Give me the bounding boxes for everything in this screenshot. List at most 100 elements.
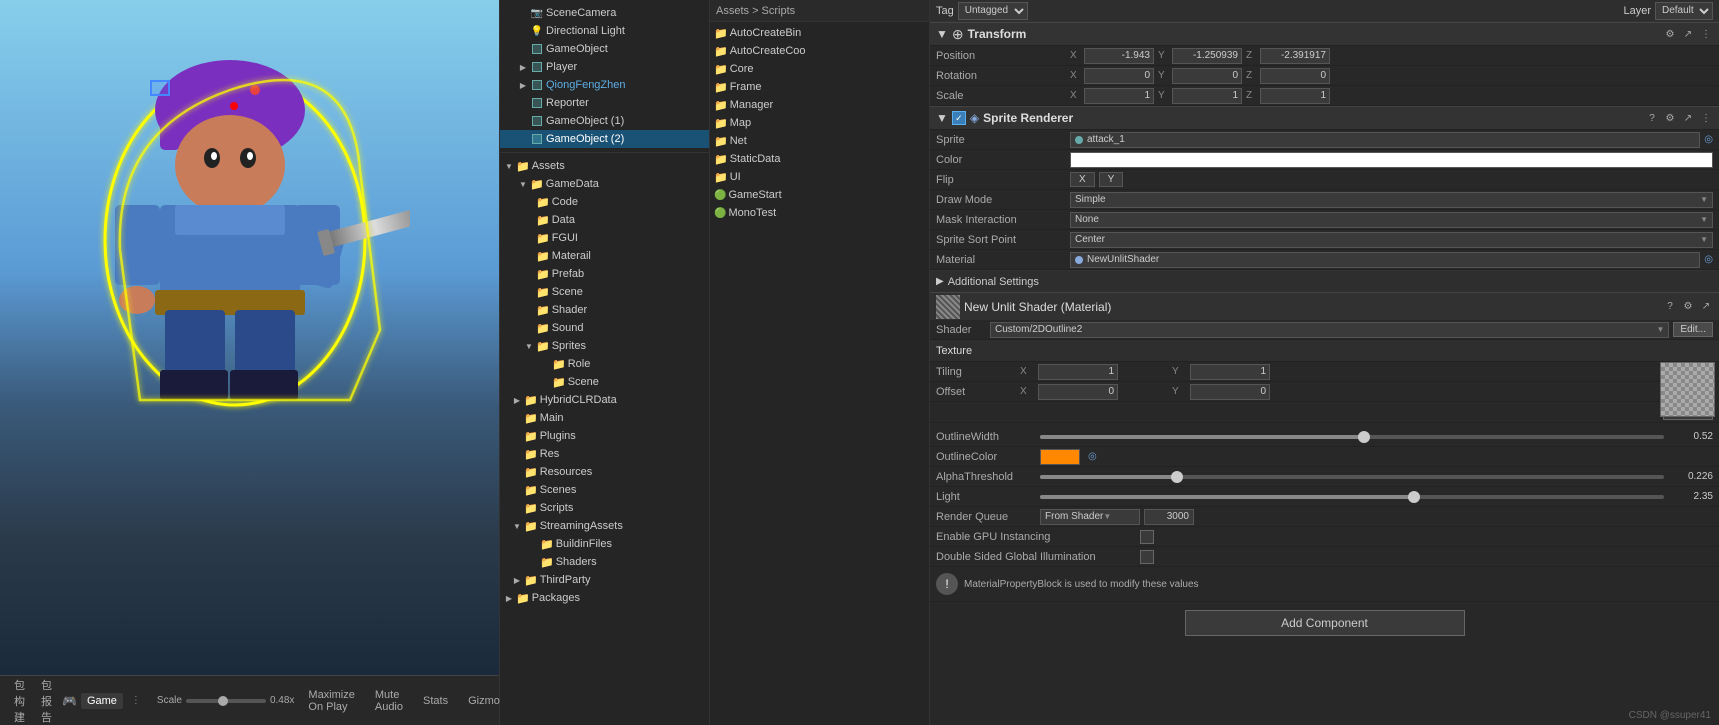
expand-hybridclr[interactable]: ▶ [512,395,522,405]
asset-monotest[interactable]: 🟢 MonoTest [710,204,929,222]
light-slider[interactable] [1040,495,1664,499]
asset-ui[interactable]: 📁 UI [710,168,929,186]
double-sided-checkbox[interactable] [1140,550,1154,564]
sr-enabled-checkbox[interactable]: ✓ [952,111,966,125]
expand-thirdparty[interactable]: ▶ [512,575,522,585]
asset-frame[interactable]: 📁 Frame [710,78,929,96]
material-field[interactable]: NewUnlitShader [1070,252,1700,268]
hier-item-gameobject[interactable]: GameObject [500,40,709,58]
folder-hybridclr[interactable]: ▶ 📁 HybridCLRData [500,391,709,409]
mask-interaction-dropdown[interactable]: None ▼ [1070,212,1713,228]
pos-x-input[interactable] [1084,48,1154,64]
folder-sound[interactable]: 📁 Sound [500,319,709,337]
sr-settings-icon[interactable]: ⚙ [1663,111,1677,125]
material-component-header[interactable]: New Unlit Shader (Material) ? ⚙ ↗ [930,292,1719,320]
folder-shader[interactable]: 📁 Shader [500,301,709,319]
folder-thirdparty[interactable]: ▶ 📁 ThirdParty [500,571,709,589]
mat-expand-icon[interactable]: ↗ [1699,300,1713,314]
sprite-renderer-header[interactable]: ▼ ✓ ◈ Sprite Renderer ? ⚙ ↗ ⋮ [930,106,1719,130]
hier-item-go2[interactable]: GameObject (2) [500,130,709,148]
outline-color-link[interactable]: ◎ [1088,451,1097,462]
transform-menu-icon[interactable]: ⋮ [1699,27,1713,41]
hier-item-go1[interactable]: GameObject (1) [500,112,709,130]
offset-x-input[interactable] [1038,384,1118,400]
hier-item-player[interactable]: ▶ Player [500,58,709,76]
scale-x-input[interactable] [1084,88,1154,104]
asset-autocreatebin[interactable]: 📁 AutoCreateBin [710,24,929,42]
folder-role[interactable]: 📁 Role [500,355,709,373]
transform-component-header[interactable]: ▼ ⊕ Transform ⚙ ↗ ⋮ [930,22,1719,46]
rot-z-input[interactable] [1260,68,1330,84]
hier-item-scenecamera[interactable]: 📷 SceneCamera [500,4,709,22]
scale-y-input[interactable] [1172,88,1242,104]
folder-data[interactable]: 📁 Data [500,211,709,229]
folder-shaders2[interactable]: 📁 Shaders [500,553,709,571]
material-link-icon[interactable]: ◎ [1704,254,1713,265]
tiling-y-input[interactable] [1190,364,1270,380]
expand-arrow-player[interactable]: ▶ [518,62,528,72]
shader-dropdown[interactable]: Custom/2DOutline2 ▼ [990,322,1669,338]
additional-settings-section[interactable]: ▶ Additional Settings [930,270,1719,292]
pos-y-input[interactable] [1172,48,1242,64]
draw-mode-dropdown[interactable]: Simple ▼ [1070,192,1713,208]
maximize-label[interactable]: Maximize On Play [302,687,360,715]
asset-autocreatecoo[interactable]: 📁 AutoCreateCoo [710,42,929,60]
offset-y-input[interactable] [1190,384,1270,400]
game-tab[interactable]: Game [81,693,123,709]
layer-select[interactable]: Default [1655,2,1713,20]
transform-settings-icon[interactable]: ⚙ [1663,27,1677,41]
sprite-sort-point-dropdown[interactable]: Center ▼ [1070,232,1713,248]
folder-packages[interactable]: ▶ 📁 Packages [500,589,709,607]
folder-resources[interactable]: 📁 Resources [500,463,709,481]
mat-settings-icon[interactable]: ⚙ [1681,300,1695,314]
folder-code[interactable]: 📁 Code [500,193,709,211]
rot-y-input[interactable] [1172,68,1242,84]
folder-buildinfiles[interactable]: 📁 BuildinFiles [500,535,709,553]
scale-z-input[interactable] [1260,88,1330,104]
transform-expand-icon[interactable]: ↗ [1681,27,1695,41]
texture-preview-box[interactable] [1660,362,1715,417]
asset-manager[interactable]: 📁 Manager [710,96,929,114]
tag-select[interactable]: Untagged [958,2,1028,20]
mat-help-icon[interactable]: ? [1663,300,1677,314]
folder-streaming[interactable]: ▼ 📁 StreamingAssets [500,517,709,535]
scene-view[interactable] [0,0,499,675]
rq-dropdown[interactable]: From Shader ▼ [1040,509,1140,525]
asset-gamestart[interactable]: 🟢 GameStart [710,186,929,204]
folder-sprites[interactable]: ▼ 📁 Sprites [500,337,709,355]
expand-gamedata[interactable]: ▼ [518,179,528,189]
stats-label[interactable]: Stats [417,693,454,709]
add-component-button[interactable]: Add Component [1185,610,1465,636]
tiling-x-input[interactable] [1038,364,1118,380]
alpha-threshold-slider[interactable] [1040,475,1664,479]
asset-staticdata[interactable]: 📁 StaticData [710,150,929,168]
sr-menu-icon[interactable]: ⋮ [1699,111,1713,125]
rot-x-input[interactable] [1084,68,1154,84]
asset-map[interactable]: 📁 Map [710,114,929,132]
folder-scene[interactable]: 📁 Scene [500,283,709,301]
expand-sprites[interactable]: ▼ [524,341,534,351]
folder-res[interactable]: 📁 Res [500,445,709,463]
expand-arrow-qfz[interactable]: ▶ [518,80,528,90]
expand-packages[interactable]: ▶ [504,593,514,603]
color-swatch[interactable] [1070,152,1713,168]
mute-label[interactable]: Mute Audio [369,687,409,715]
outline-color-swatch[interactable] [1040,449,1080,465]
folder-scene2[interactable]: 📁 Scene [500,373,709,391]
gamedata-folder[interactable]: ▼ 📁 GameData [500,175,709,193]
pos-z-input[interactable] [1260,48,1330,64]
rq-val-input[interactable] [1144,509,1194,525]
folder-plugins[interactable]: 📁 Plugins [500,427,709,445]
folder-scripts[interactable]: 📁 Scripts [500,499,709,517]
assets-root[interactable]: ▼ 📁 Assets [500,157,709,175]
asset-net[interactable]: 📁 Net [710,132,929,150]
outline-width-slider[interactable] [1040,435,1664,439]
folder-scenes[interactable]: 📁 Scenes [500,481,709,499]
gpu-instancing-checkbox[interactable] [1140,530,1154,544]
folder-fgui[interactable]: 📁 FGUI [500,229,709,247]
shader-edit-button[interactable]: Edit... [1673,322,1713,337]
folder-prefab[interactable]: 📁 Prefab [500,265,709,283]
expand-assets[interactable]: ▼ [504,161,514,171]
hier-item-dirlight[interactable]: 💡 Directional Light [500,22,709,40]
sprite-field[interactable]: attack_1 [1070,132,1700,148]
